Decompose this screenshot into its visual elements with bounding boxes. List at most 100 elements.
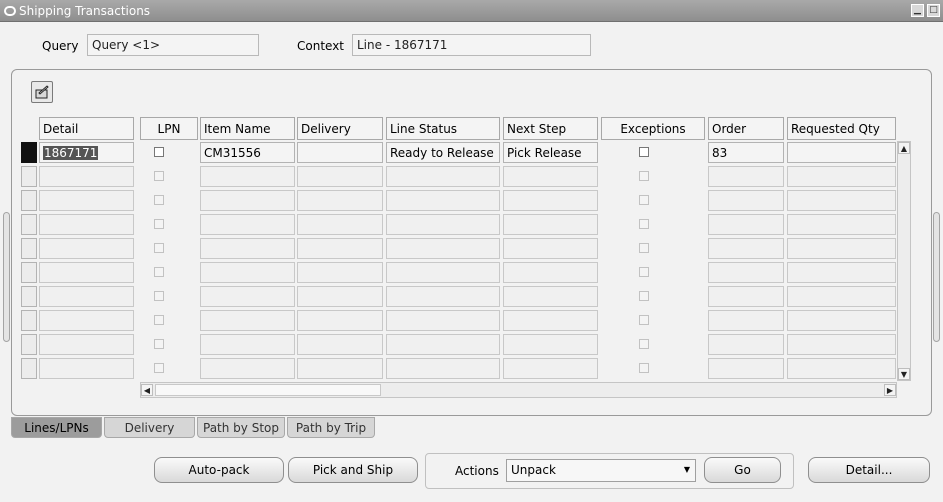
pick-and-ship-button[interactable]: Pick and Ship [288,457,418,483]
column-header-item-name[interactable]: Item Name [200,117,295,140]
row-selector[interactable] [21,286,37,307]
folder-tools-button[interactable] [31,81,53,103]
exceptions-checkbox[interactable] [639,147,649,157]
row-selector[interactable] [21,238,37,259]
next-step-cell[interactable] [503,238,598,259]
scroll-up-arrow[interactable]: ▲ [898,142,910,154]
detail-cell[interactable] [39,238,134,259]
next-step-cell[interactable]: Pick Release [503,142,598,163]
delivery-cell[interactable] [297,358,383,379]
delivery-cell[interactable] [297,142,383,163]
detail-cell[interactable] [39,214,134,235]
item-name-cell[interactable] [200,238,295,259]
vertical-scrollbar[interactable]: ▲ ▼ [897,141,911,381]
exceptions-checkbox[interactable] [639,339,649,349]
left-resize-grip[interactable] [3,212,10,342]
lpn-checkbox[interactable] [154,147,164,157]
lpn-checkbox[interactable] [154,339,164,349]
column-header-detail[interactable]: Detail [39,117,134,140]
detail-cell[interactable] [39,334,134,355]
exceptions-checkbox[interactable] [639,243,649,253]
detail-cell[interactable] [39,262,134,283]
row-selector[interactable] [21,358,37,379]
requested-qty-cell[interactable] [787,262,896,283]
requested-qty-cell[interactable] [787,358,896,379]
detail-cell[interactable] [39,310,134,331]
order-cell[interactable] [708,262,784,283]
next-step-cell[interactable] [503,358,598,379]
lpn-checkbox[interactable] [154,195,164,205]
item-name-cell[interactable] [200,334,295,355]
requested-qty-cell[interactable] [787,214,896,235]
order-cell[interactable] [708,166,784,187]
requested-qty-cell[interactable] [787,190,896,211]
next-step-cell[interactable] [503,214,598,235]
delivery-cell[interactable] [297,262,383,283]
order-cell[interactable] [708,310,784,331]
item-name-cell[interactable] [200,214,295,235]
exceptions-checkbox[interactable] [639,291,649,301]
row-selector[interactable] [21,190,37,211]
exceptions-checkbox[interactable] [639,315,649,325]
next-step-cell[interactable] [503,310,598,331]
lpn-checkbox[interactable] [154,315,164,325]
item-name-cell[interactable] [200,190,295,211]
lpn-checkbox[interactable] [154,171,164,181]
maximize-button[interactable]: □ [927,4,940,17]
item-name-cell[interactable] [200,166,295,187]
line-status-cell[interactable]: Ready to Release [386,142,500,163]
query-field[interactable]: Query <1> [87,34,259,56]
row-selector[interactable] [21,310,37,331]
requested-qty-cell[interactable] [787,166,896,187]
item-name-cell[interactable] [200,310,295,331]
exceptions-checkbox[interactable] [639,195,649,205]
item-name-cell[interactable]: CM31556 [200,142,295,163]
row-selector[interactable] [21,334,37,355]
detail-cell[interactable] [39,358,134,379]
tab-path-by-stop[interactable]: Path by Stop [197,417,285,438]
tab-path-by-trip[interactable]: Path by Trip [287,417,375,438]
delivery-cell[interactable] [297,214,383,235]
horizontal-scroll-thumb[interactable] [155,384,381,396]
horizontal-scrollbar[interactable]: ◀ ▶ [140,382,897,398]
next-step-cell[interactable] [503,334,598,355]
lpn-checkbox[interactable] [154,243,164,253]
lpn-checkbox[interactable] [154,267,164,277]
order-cell[interactable] [708,358,784,379]
delivery-cell[interactable] [297,190,383,211]
order-cell[interactable] [708,190,784,211]
tab-delivery[interactable]: Delivery [104,417,195,438]
exceptions-checkbox[interactable] [639,363,649,373]
row-selector[interactable] [21,142,37,163]
line-status-cell[interactable] [386,310,500,331]
exceptions-checkbox[interactable] [639,219,649,229]
exceptions-checkbox[interactable] [639,171,649,181]
row-selector[interactable] [21,166,37,187]
context-field[interactable]: Line - 1867171 [352,34,591,56]
order-cell[interactable]: 83 [708,142,784,163]
scroll-down-arrow[interactable]: ▼ [898,368,910,380]
exceptions-checkbox[interactable] [639,267,649,277]
minimize-button[interactable]: ▁ [911,4,924,17]
delivery-cell[interactable] [297,310,383,331]
column-header-delivery[interactable]: Delivery [297,117,383,140]
order-cell[interactable] [708,238,784,259]
detail-cell[interactable] [39,190,134,211]
line-status-cell[interactable] [386,334,500,355]
requested-qty-cell[interactable] [787,286,896,307]
row-selector[interactable] [21,262,37,283]
column-header-lpn[interactable]: LPN [140,117,198,140]
right-resize-grip[interactable] [933,212,940,342]
delivery-cell[interactable] [297,334,383,355]
column-header-order[interactable]: Order [708,117,784,140]
item-name-cell[interactable] [200,262,295,283]
column-header-line-status[interactable]: Line Status [386,117,500,140]
column-header-requested-qty[interactable]: Requested Qty [787,117,896,140]
detail-cell[interactable] [39,166,134,187]
line-status-cell[interactable] [386,262,500,283]
lpn-checkbox[interactable] [154,363,164,373]
lpn-checkbox[interactable] [154,291,164,301]
scroll-right-arrow[interactable]: ▶ [884,384,896,396]
next-step-cell[interactable] [503,166,598,187]
requested-qty-cell[interactable] [787,142,896,163]
